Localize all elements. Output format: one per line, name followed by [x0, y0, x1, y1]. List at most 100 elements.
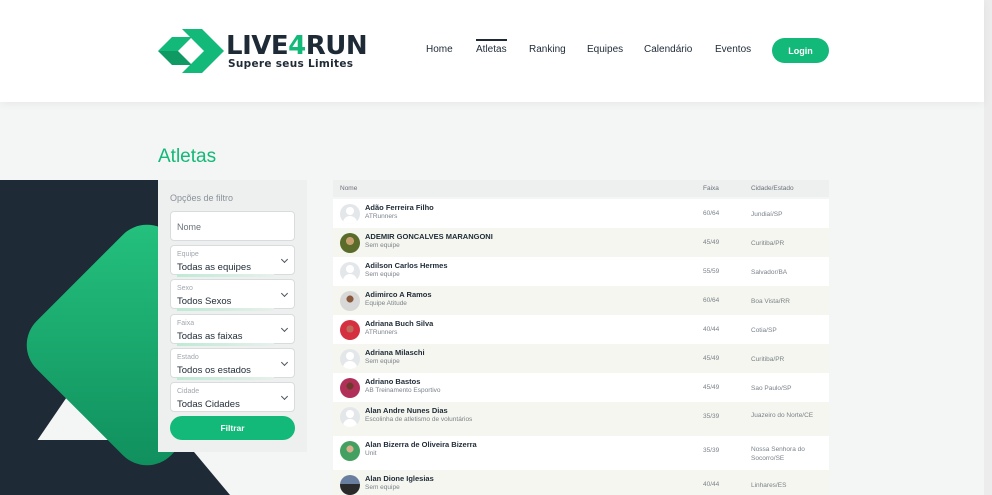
athlete-name[interactable]: Adilson Carlos Hermes [365, 261, 448, 270]
athlete-band: 60/64 [703, 210, 720, 217]
header-city: Cidade/Estado [751, 185, 794, 192]
chevron-down-icon [280, 255, 289, 264]
athlete-city: Boa Vista/RR [751, 298, 790, 305]
avatar [340, 441, 360, 461]
athletes-table: Nome Faixa Cidade/Estado Adão Ferreira F… [333, 180, 829, 495]
avatar [340, 233, 360, 253]
table-header: Nome Faixa Cidade/Estado [333, 180, 829, 197]
page-title: Atletas [158, 146, 217, 167]
header-name: Nome [340, 185, 358, 192]
band-select[interactable]: Faixa Todas as faixas [170, 314, 295, 346]
city-select[interactable]: Cidade Todas Cidades [170, 382, 295, 412]
table-row[interactable]: Alan Bizerra de Oliveira Bizerra Unit 35… [333, 436, 829, 470]
athlete-band: 45/49 [703, 355, 720, 362]
site-logo[interactable]: LIVE4RUN Supere seus Limites [158, 29, 368, 73]
athlete-team: Escolinha de atletismo de voluntários [365, 416, 473, 423]
nav-home[interactable]: Home [426, 44, 453, 55]
avatar [340, 475, 360, 495]
nav-calendario[interactable]: Calendário [644, 44, 692, 55]
athlete-city: Salvador/BA [751, 269, 788, 276]
select-value: Todos Sexos [177, 296, 232, 307]
select-value: Todas Cidades [177, 399, 240, 410]
athlete-name[interactable]: Adimirco A Ramos [365, 290, 432, 299]
athlete-name[interactable]: Alan Bizerra de Oliveira Bizerra [365, 440, 477, 449]
athlete-band: 35/39 [703, 447, 720, 454]
table-row[interactable]: Adriana Milaschi Sem equipe 45/49 Curiti… [333, 344, 829, 373]
avatar [340, 291, 360, 311]
select-underline [177, 343, 274, 346]
avatar [340, 378, 360, 398]
logo-wordmark: LIVE4RUN [226, 31, 368, 61]
athlete-city: Jundiaí/SP [751, 211, 783, 218]
nav-ranking[interactable]: Ranking [529, 44, 566, 55]
logo-arrow-icon [158, 29, 224, 73]
athlete-team: Sem equipe [365, 242, 400, 249]
name-input[interactable]: Nome [170, 211, 295, 241]
athlete-name[interactable]: Alan Andre Nunes Dias [365, 406, 448, 415]
athlete-city: Linhares/ES [751, 482, 787, 489]
select-caption: Sexo [177, 285, 193, 292]
filter-button[interactable]: Filtrar [170, 416, 295, 440]
select-caption: Faixa [177, 320, 195, 327]
table-row[interactable]: Adriano Bastos AB Treinamento Esportivo … [333, 373, 829, 402]
table-row[interactable]: ADEMIR GONCALVES MARANGONI Sem equipe 45… [333, 228, 829, 257]
table-row[interactable]: Adimirco A Ramos Equipe Atitude 60/64 Bo… [333, 286, 829, 315]
table-row[interactable]: Adão Ferreira Filho ATRunners 60/64 Jund… [333, 199, 829, 228]
nav-eventos[interactable]: Eventos [715, 44, 751, 55]
athlete-band: 45/49 [703, 239, 720, 246]
table-row[interactable]: Alan Andre Nunes Dias Escolinha de atlet… [333, 402, 829, 436]
filter-title: Opções de filtro [170, 193, 234, 203]
athlete-band: 45/49 [703, 384, 720, 391]
athlete-band: 60/64 [703, 297, 720, 304]
table-row[interactable]: Adilson Carlos Hermes Sem equipe 55/59 S… [333, 257, 829, 286]
team-select[interactable]: Equipe Todas as equipes [170, 245, 295, 277]
select-underline [177, 308, 274, 311]
select-caption: Equipe [177, 251, 199, 258]
select-caption: Estado [177, 354, 199, 361]
athlete-city: Sao Paulo/SP [751, 385, 792, 392]
athlete-city: Curitiba/PR [751, 240, 785, 247]
user-placeholder-icon [340, 349, 360, 369]
athlete-band: 55/59 [703, 268, 720, 275]
athlete-team: Equipe Atitude [365, 300, 407, 307]
athlete-name[interactable]: Adriano Bastos [365, 377, 420, 386]
login-button[interactable]: Login [772, 38, 829, 63]
athlete-city: Nossa Senhora do Socorro/SE [751, 446, 805, 462]
select-underline [177, 377, 274, 380]
user-placeholder-icon [340, 204, 360, 224]
table-row[interactable]: Alan Dione Iglesias Sem equipe 40/44 Lin… [333, 470, 829, 495]
sex-select[interactable]: Sexo Todos Sexos [170, 279, 295, 311]
select-caption: Cidade [177, 388, 200, 395]
nav-atletas[interactable]: Atletas [476, 39, 507, 55]
select-value: Todas as faixas [177, 331, 243, 342]
chevron-down-icon [280, 392, 289, 401]
athlete-name[interactable]: Adão Ferreira Filho [365, 203, 434, 212]
user-placeholder-icon [340, 262, 360, 282]
athlete-name[interactable]: Adriana Buch Silva [365, 319, 433, 328]
user-placeholder-icon [340, 407, 360, 427]
athlete-city: Curitiba/PR [751, 356, 785, 363]
athlete-name[interactable]: ADEMIR GONCALVES MARANGONI [365, 232, 493, 241]
athlete-name[interactable]: Alan Dione Iglesias [365, 474, 434, 483]
chevron-down-icon [280, 358, 289, 367]
athlete-band: 35/39 [703, 413, 720, 420]
filter-panel: Opções de filtro Nome Equipe Todas as eq… [158, 180, 307, 452]
chevron-down-icon [280, 289, 289, 298]
athlete-team: ATRunners [365, 329, 398, 336]
athlete-team: ATRunners [365, 213, 398, 220]
athlete-band: 40/44 [703, 326, 720, 333]
site-header: LIVE4RUN Supere seus Limites Home Atleta… [0, 0, 984, 102]
select-value: Todos os estados [177, 365, 251, 376]
avatar [340, 320, 360, 340]
athlete-team: AB Treinamento Esportivo [365, 387, 441, 394]
header-band: Faixa [703, 185, 719, 192]
athlete-band: 40/44 [703, 481, 720, 488]
athlete-team: Unit [365, 450, 377, 457]
athlete-team: Sem equipe [365, 358, 400, 365]
state-select[interactable]: Estado Todos os estados [170, 348, 295, 380]
athlete-name[interactable]: Adriana Milaschi [365, 348, 425, 357]
select-value: Todas as equipes [177, 262, 251, 273]
chevron-down-icon [280, 324, 289, 333]
table-row[interactable]: Adriana Buch Silva ATRunners 40/44 Cotia… [333, 315, 829, 344]
nav-equipes[interactable]: Equipes [587, 44, 623, 55]
